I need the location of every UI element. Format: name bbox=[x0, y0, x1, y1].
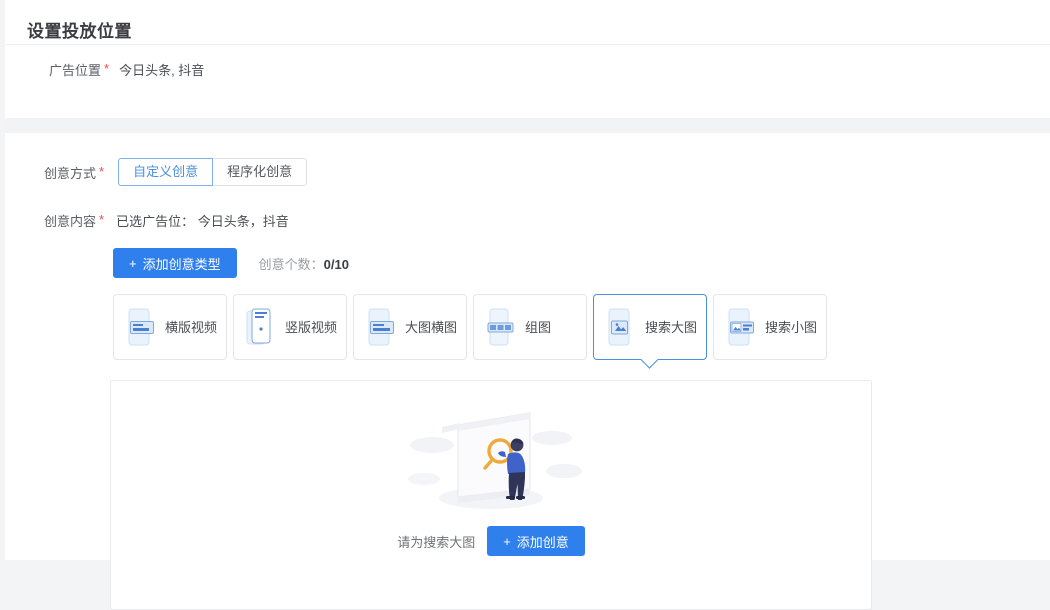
plus-icon: + bbox=[503, 535, 511, 548]
empty-state-actions: 请为搜索大图 + 添加创意 bbox=[397, 526, 585, 556]
creative-content-row: 创意内容 * 已选广告位： 今日头条，抖音 bbox=[44, 211, 289, 230]
creative-type-card-list: 横版视频 竖版视频 bbox=[113, 294, 827, 360]
phone-image-group-icon bbox=[484, 306, 518, 348]
phone-search-small-image-icon bbox=[724, 306, 758, 348]
creative-type-card-search-small-image[interactable]: 搜索小图 bbox=[713, 294, 827, 360]
creative-mode-segmented-control[interactable]: 自定义创意 程序化创意 bbox=[118, 158, 307, 186]
phone-landscape-video-icon bbox=[124, 306, 158, 348]
creative-mode-label: 创意方式 bbox=[44, 163, 96, 182]
add-creative-type-row: + 添加创意类型 创意个数：0/10 bbox=[113, 248, 349, 278]
creative-mode-row: 创意方式 * 自定义创意 程序化创意 bbox=[44, 158, 307, 186]
ad-position-label: 广告位置 bbox=[49, 60, 101, 79]
page-root: 设置投放位置 广告位置 * 今日头条, 抖音 创意方式 * 自定义创意 程序化创… bbox=[0, 0, 1050, 560]
creative-type-card-large-horizontal-image[interactable]: 大图横图 bbox=[353, 294, 467, 360]
creative-content-panel: 请为搜索大图 + 添加创意 bbox=[110, 380, 872, 610]
creative-mode-option-programmatic[interactable]: 程序化创意 bbox=[213, 158, 307, 186]
selected-ad-positions-text: 已选广告位： 今日头条，抖音 bbox=[116, 211, 289, 230]
creative-type-card-label: 搜索大图 bbox=[645, 319, 697, 336]
ad-position-row: 广告位置 * 今日头条, 抖音 bbox=[49, 60, 204, 79]
creative-type-card-label: 大图横图 bbox=[405, 319, 457, 336]
creative-type-card-label: 搜索小图 bbox=[765, 319, 817, 336]
phone-large-horizontal-image-icon bbox=[364, 306, 398, 348]
add-creative-button[interactable]: + 添加创意 bbox=[487, 526, 585, 556]
add-creative-type-button[interactable]: + 添加创意类型 bbox=[113, 248, 237, 278]
creative-mode-option-custom[interactable]: 自定义创意 bbox=[118, 158, 213, 186]
creative-count-value: 0/10 bbox=[324, 257, 349, 272]
add-creative-button-label: 添加创意 bbox=[517, 532, 569, 551]
creative-type-card-image-group[interactable]: 组图 bbox=[473, 294, 587, 360]
phone-portrait-video-icon bbox=[244, 306, 278, 348]
plus-icon: + bbox=[129, 257, 137, 270]
creative-type-card-label: 横版视频 bbox=[165, 319, 217, 336]
creative-content-label: 创意内容 bbox=[44, 211, 96, 230]
creative-count-label: 创意个数： bbox=[259, 257, 324, 272]
phone-search-large-image-icon bbox=[604, 306, 638, 348]
required-marker: * bbox=[104, 61, 109, 76]
creative-type-card-landscape-video[interactable]: 横版视频 bbox=[113, 294, 227, 360]
empty-state: 请为搜索大图 + 添加创意 bbox=[111, 381, 871, 609]
ad-position-value: 今日头条, 抖音 bbox=[119, 60, 204, 79]
panel-separator-band bbox=[5, 118, 1050, 133]
creative-type-card-label: 竖版视频 bbox=[285, 319, 337, 336]
ad-position-panel: 设置投放位置 广告位置 * 今日头条, 抖音 bbox=[5, 0, 1050, 118]
person-with-magnifier-at-screen-illustration bbox=[396, 393, 586, 518]
creative-type-card-label: 组图 bbox=[525, 319, 551, 336]
title-divider bbox=[5, 44, 1050, 45]
add-creative-type-button-label: 添加创意类型 bbox=[143, 254, 221, 273]
creative-settings-panel: 创意方式 * 自定义创意 程序化创意 创意内容 * 已选广告位： 今日头条，抖音… bbox=[5, 133, 1050, 560]
creative-type-card-search-large-image[interactable]: 搜索大图 bbox=[593, 294, 707, 360]
creative-count: 创意个数：0/10 bbox=[259, 254, 349, 273]
page-title: 设置投放位置 bbox=[27, 19, 132, 45]
required-marker: * bbox=[99, 212, 104, 227]
required-marker: * bbox=[99, 164, 104, 179]
empty-state-hint: 请为搜索大图 bbox=[397, 532, 475, 551]
creative-type-card-portrait-video[interactable]: 竖版视频 bbox=[233, 294, 347, 360]
